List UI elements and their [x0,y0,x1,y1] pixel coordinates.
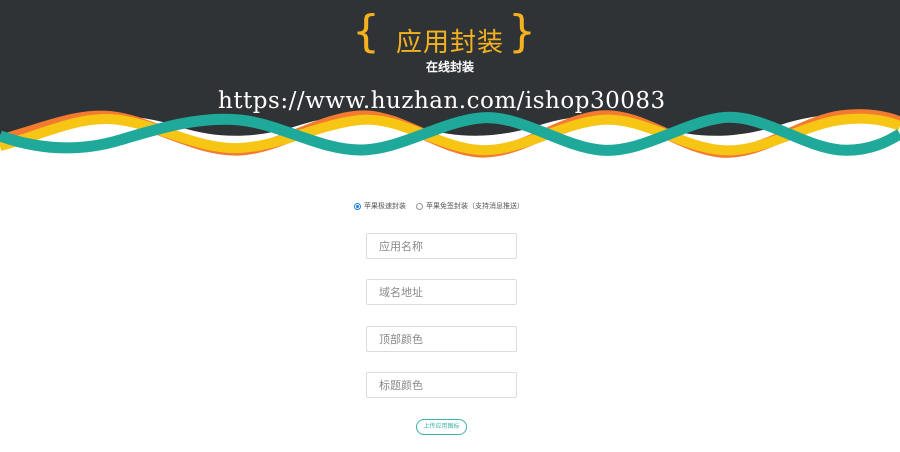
domain-field[interactable] [366,279,517,305]
top-color-field[interactable] [366,326,517,352]
page-title: 应用封装 [395,28,504,58]
radio-free-sign-package-label[interactable]: 苹果免签封装（支持消息推送） [426,201,524,211]
watermark-url: https://www.huzhan.com/ishop30083 [218,88,666,114]
radio-fast-package-label[interactable]: 苹果极速封装 [364,201,406,211]
radio-free-sign-package[interactable] [416,202,423,210]
page-subtitle: 在线封装 [425,60,474,74]
upload-icon-button[interactable]: 上传应用图标 [416,419,467,435]
app-name-field[interactable] [366,233,517,259]
mode-radio-group: 苹果极速封装 苹果免签封装（支持消息推送） [354,201,524,211]
header-banner: { } 应用封装 在线封装 https://www.huzhan.com/ish… [0,0,900,160]
title-color-field[interactable] [366,372,517,398]
radio-fast-package[interactable] [354,202,361,210]
